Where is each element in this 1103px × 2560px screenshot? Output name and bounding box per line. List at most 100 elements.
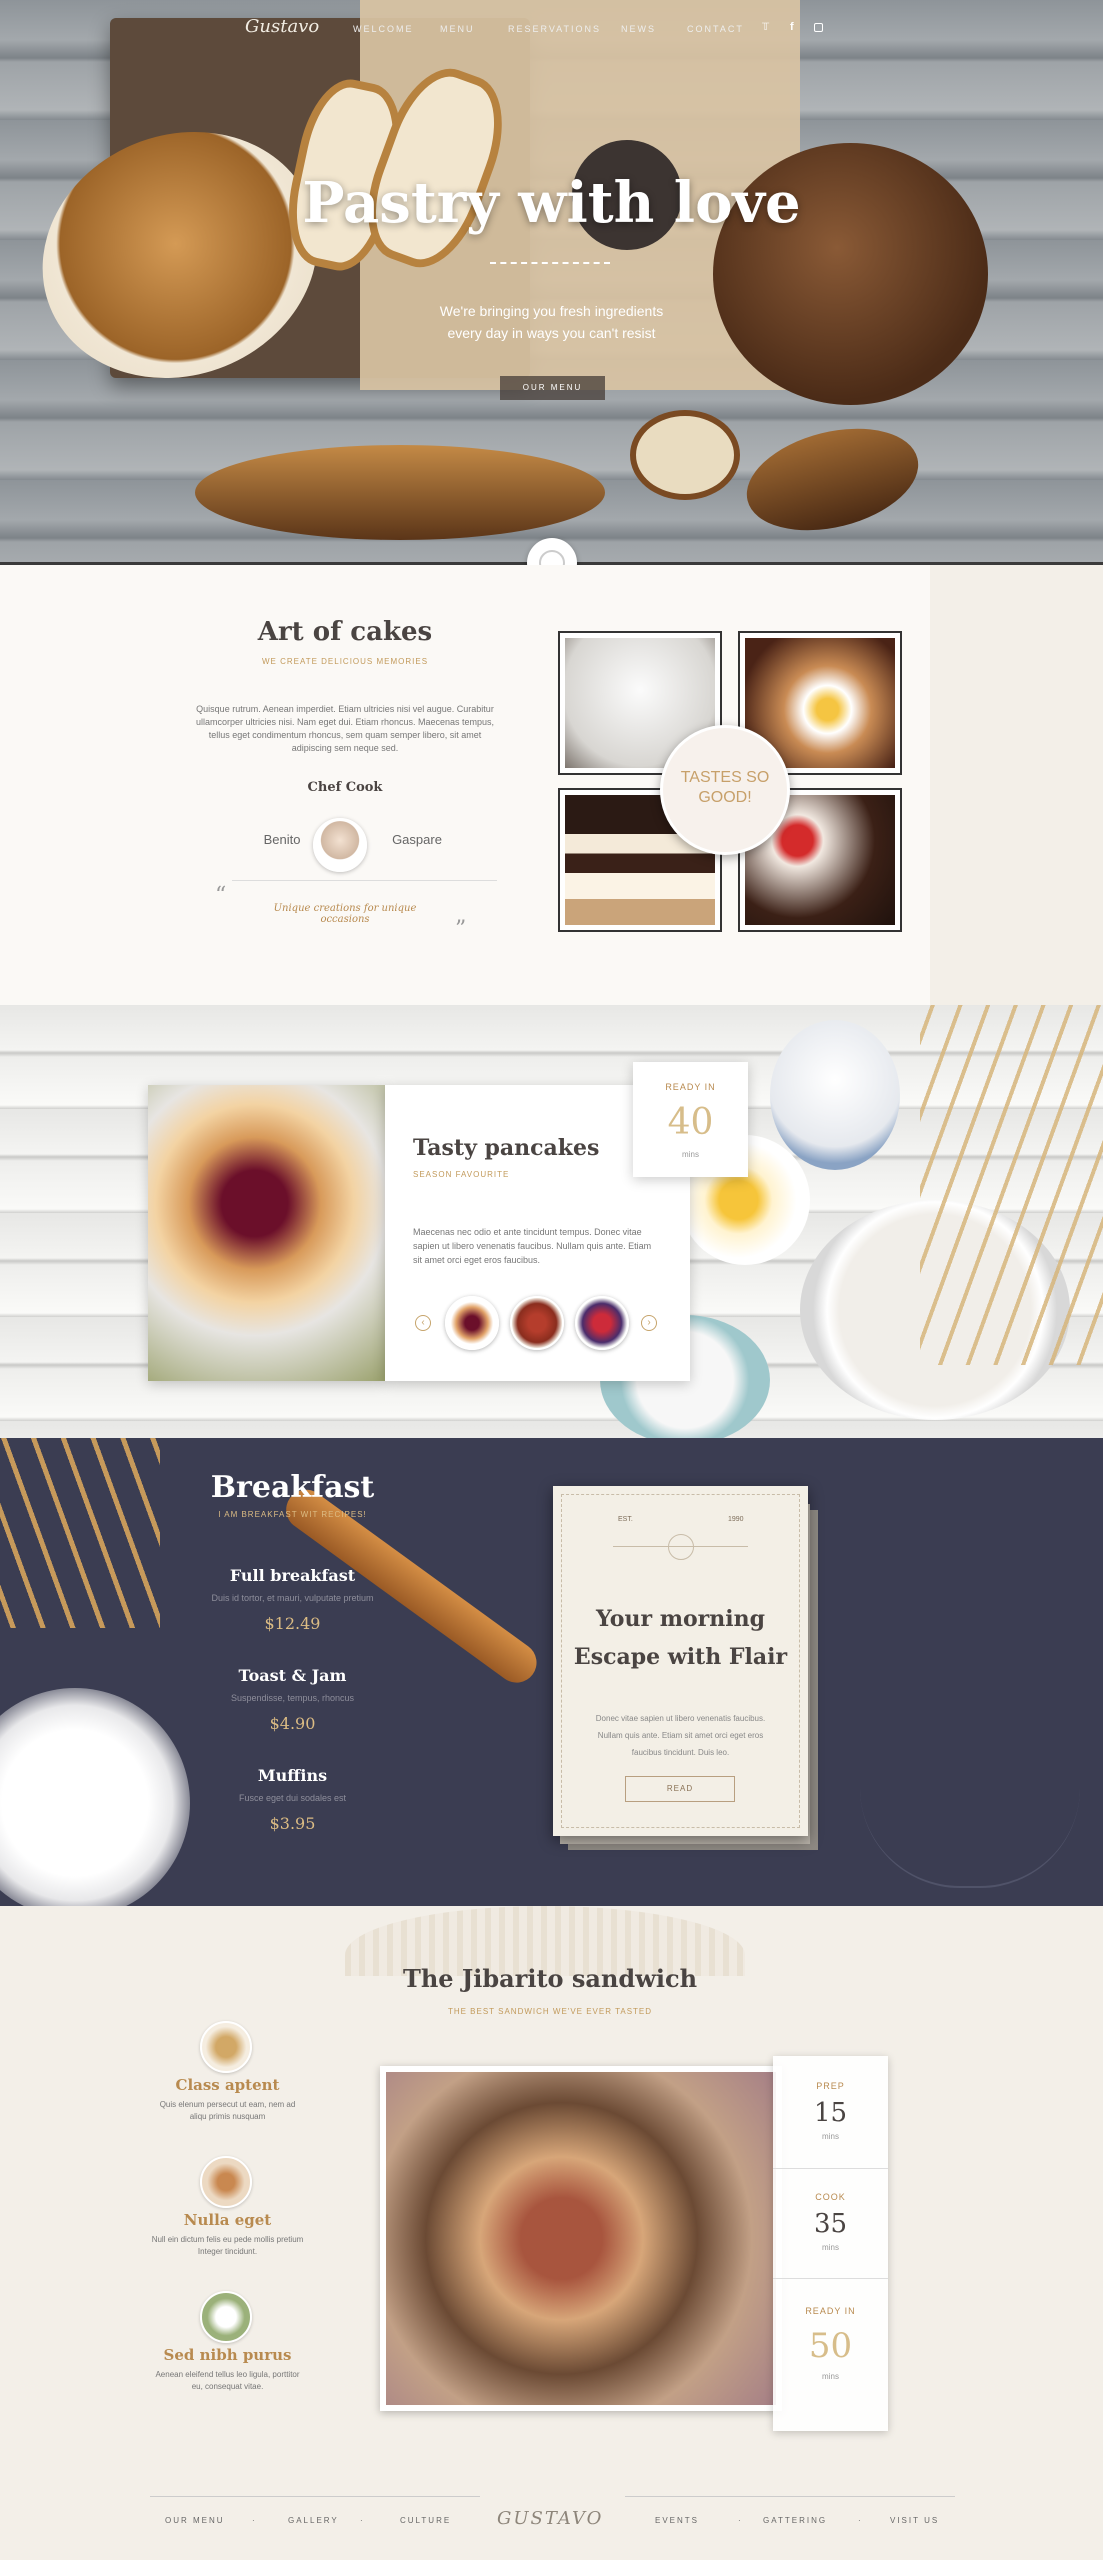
badge-line-2: GOOD! [698, 789, 752, 806]
menu-item-muffins: Muffins [257, 1766, 328, 1785]
cakes-quote: Unique creations for unique occasions [273, 903, 417, 925]
menu-price-toast-jam: $4.90 [269, 1714, 316, 1733]
footer-logo[interactable]: GUSTAVO [497, 2508, 603, 2529]
breakfast-title: Breakfast [210, 1470, 375, 1505]
baguette [195, 445, 605, 540]
facebook-icon[interactable]: f [790, 21, 794, 33]
wheat-stalks [920, 1005, 1103, 1365]
chef-avatar [313, 818, 367, 872]
card-title-line-1: Your morning [596, 1606, 765, 1632]
pancakes-photo [148, 1085, 385, 1381]
feature-desc-3a: Aenean eleifend tellus leo ligula, portt… [155, 2370, 300, 2379]
chef-last-name: Gaspare [392, 832, 442, 847]
prev-arrow-icon[interactable]: ‹ [415, 1315, 431, 1331]
cakes-title: Art of cakes [257, 617, 433, 647]
wheat-icon [200, 2021, 252, 2073]
footer-gallery[interactable]: GALLERY [288, 2516, 339, 2525]
footer-dot-1: · [252, 2516, 257, 2525]
wheat-left [0, 1438, 160, 1628]
footer-our-menu[interactable]: OUR MENU [165, 2516, 225, 2525]
chef-label: Chef Cook [307, 780, 383, 795]
ready-in-unit: mins [822, 2372, 839, 2381]
nav-news[interactable]: NEWS [621, 24, 656, 34]
footer-rule-left [150, 2496, 480, 2497]
baguette-piece-1 [630, 410, 740, 500]
ready-in-badge: READY IN 40 mins [633, 1062, 748, 1177]
footer-culture[interactable]: CULTURE [400, 2516, 451, 2525]
chef-divider [232, 880, 497, 881]
feature-desc-1a: Quis elenum persecut ut eam, nem ad [159, 2100, 296, 2109]
nav-menu[interactable]: MENU [440, 24, 475, 34]
our-menu-button[interactable]: OUR MENU [500, 376, 605, 400]
ready-label: READY IN [665, 1082, 716, 1092]
footer-events[interactable]: EVENTS [655, 2516, 699, 2525]
footer-gattering[interactable]: GATTERING [763, 2516, 827, 2525]
hero-divider [490, 262, 610, 264]
next-arrow-icon[interactable]: › [641, 1315, 657, 1331]
feature-desc-2a: Null ein dictum felis eu pede mollis pre… [151, 2235, 304, 2244]
milk-jug [770, 1020, 900, 1170]
instagram-icon[interactable] [814, 23, 823, 32]
breakfast-subtitle: I AM BREAKFAST WIT RECIPES! [218, 1510, 367, 1519]
logo[interactable]: Gustavo [245, 16, 319, 37]
breakfast-section: Breakfast I AM BREAKFAST WIT RECIPES! Fu… [0, 1438, 1103, 1906]
sandwich-photo [380, 2066, 782, 2411]
feature-title-3: Sed nibh purus [163, 2346, 292, 2364]
footer: OUR MENU · GALLERY · CULTURE GUSTAVO EVE… [0, 2466, 1103, 2560]
feature-title-1: Class aptent [175, 2076, 280, 2094]
card-title-line-2: Escape with Flair [573, 1644, 788, 1670]
ready-unit: mins [682, 1150, 699, 1159]
jibarito-title: The Jibarito sandwich [402, 1964, 698, 1993]
pancakes-section: Tasty pancakes SEASON FAVOURITE Maecenas… [0, 1005, 1103, 1445]
badge-line-1: TASTES SO [680, 769, 770, 786]
flour-spill [0, 1688, 190, 1906]
nav-contact[interactable]: CONTACT [687, 24, 744, 34]
quote-open-icon: “ [215, 883, 227, 908]
cook-unit: mins [822, 2243, 839, 2252]
menu-desc-toast-jam: Suspendisse, tempus, rhoncus [230, 1693, 355, 1703]
jibarito-section: The Jibarito sandwich THE BEST SANDWICH … [0, 1906, 1103, 2466]
garlic-icon [200, 2291, 252, 2343]
est-label: EST. [618, 1516, 633, 1523]
card-body-line-1: Donec vitae sapien ut libero venenatis f… [595, 1714, 766, 1723]
menu-item-toast-jam: Toast & Jam [238, 1666, 347, 1685]
footer-dot-3: · [738, 2516, 743, 2525]
feature-title-2: Nulla eget [183, 2211, 272, 2229]
ready-value: 40 [667, 1102, 714, 1143]
pancakes-subtitle: SEASON FAVOURITE [413, 1170, 510, 1179]
cakes-subtitle: WE CREATE DELICIOUS MEMORIES [261, 657, 429, 666]
nav-reservations[interactable]: RESERVATIONS [508, 24, 601, 34]
twitter-icon[interactable]: 𝕋 [762, 22, 769, 33]
hero-subtitle-line-2: every day in ways you can't resist [447, 325, 656, 341]
feature-desc-3b: eu, consequat vitae. [191, 2382, 264, 2391]
quote-close-icon: ” [455, 917, 467, 942]
card-emblem-rule [613, 1546, 748, 1547]
pancakes-body: Maecenas nec odio et ante tincidunt temp… [413, 1227, 652, 1265]
stats-divider-1 [773, 2168, 888, 2169]
footer-dot-2: · [360, 2516, 365, 2525]
thumb-pancakes[interactable] [445, 1296, 499, 1350]
footer-visit-us[interactable]: VISIT US [890, 2516, 939, 2525]
read-button[interactable]: READ [625, 1776, 735, 1802]
card-body-line-2: Nullam quis ante. Etiam sit amet orci eg… [597, 1731, 764, 1740]
cakes-right-panel [930, 565, 1103, 1005]
hero-title: Pastry with love [302, 170, 801, 236]
thumb-berries[interactable] [510, 1296, 564, 1350]
menu-desc-full-breakfast: Duis id tortor, et mauri, vulputate pret… [211, 1593, 374, 1603]
cook-value: 35 [813, 2209, 848, 2239]
thumb-fruit[interactable] [575, 1296, 629, 1350]
feature-desc-2b: Integer tincidunt. [197, 2247, 258, 2256]
nav-welcome[interactable]: WELCOME [353, 24, 414, 34]
decor-wheat-right [860, 1788, 1080, 1888]
feature-desc-1b: aliqu primis nusquam [189, 2112, 266, 2121]
hero-subtitle-line-1: We're bringing you fresh ingredients [439, 303, 664, 319]
tastes-so-good-badge: TASTES SO GOOD! [660, 725, 790, 855]
cook-label: COOK [815, 2192, 846, 2202]
hero-subtitle: We're bringing you fresh ingredients eve… [400, 300, 703, 344]
top-nav: Gustavo WELCOME MENU RESERVATIONS NEWS C… [0, 0, 1103, 60]
art-of-cakes-section: Art of cakes WE CREATE DELICIOUS MEMORIE… [0, 565, 1103, 1005]
hero-section: Gustavo WELCOME MENU RESERVATIONS NEWS C… [0, 0, 1103, 565]
morning-card: EST. 1990 Your morning Escape with Flair… [553, 1486, 808, 1836]
eggs-icon [200, 2156, 252, 2208]
ready-in-value: 50 [808, 2326, 853, 2366]
